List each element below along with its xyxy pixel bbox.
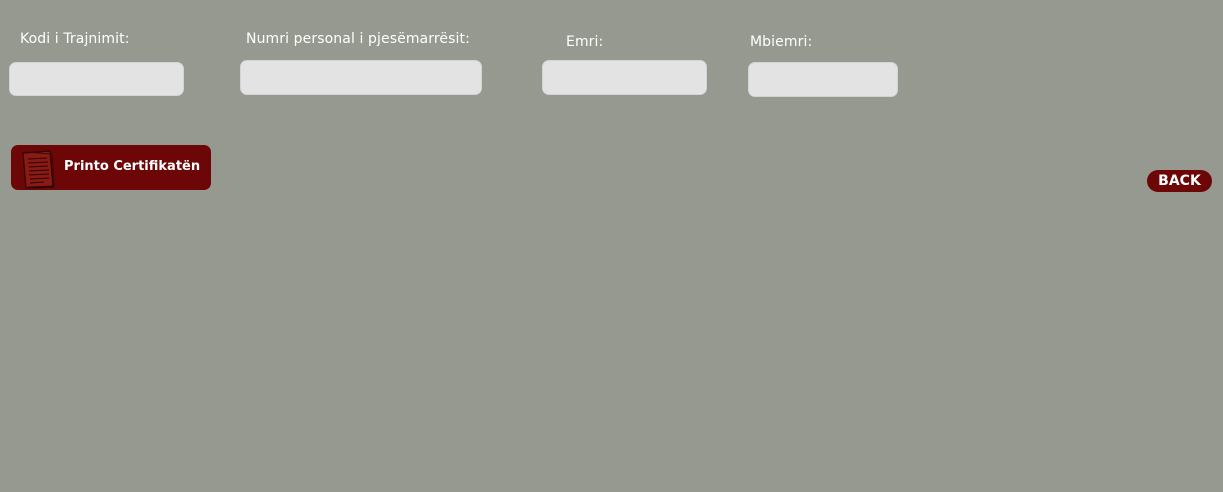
- training-code-label: Kodi i Trajnimit:: [20, 31, 130, 47]
- last-name-input[interactable]: [748, 62, 898, 97]
- print-certificate-button[interactable]: Printo Certifikatën: [11, 145, 211, 190]
- training-code-input[interactable]: [9, 62, 184, 96]
- last-name-label: Mbiemri:: [750, 34, 813, 50]
- first-name-input[interactable]: [542, 60, 707, 95]
- document-icon: [22, 150, 55, 189]
- back-button[interactable]: BACK: [1147, 170, 1212, 192]
- participant-personal-number-input[interactable]: [240, 60, 482, 95]
- first-name-label: Emri:: [566, 34, 604, 50]
- print-certificate-label: Printo Certifikatën: [64, 159, 201, 174]
- participant-personal-number-label: Numri personal i pjesëmarrësit:: [246, 31, 470, 47]
